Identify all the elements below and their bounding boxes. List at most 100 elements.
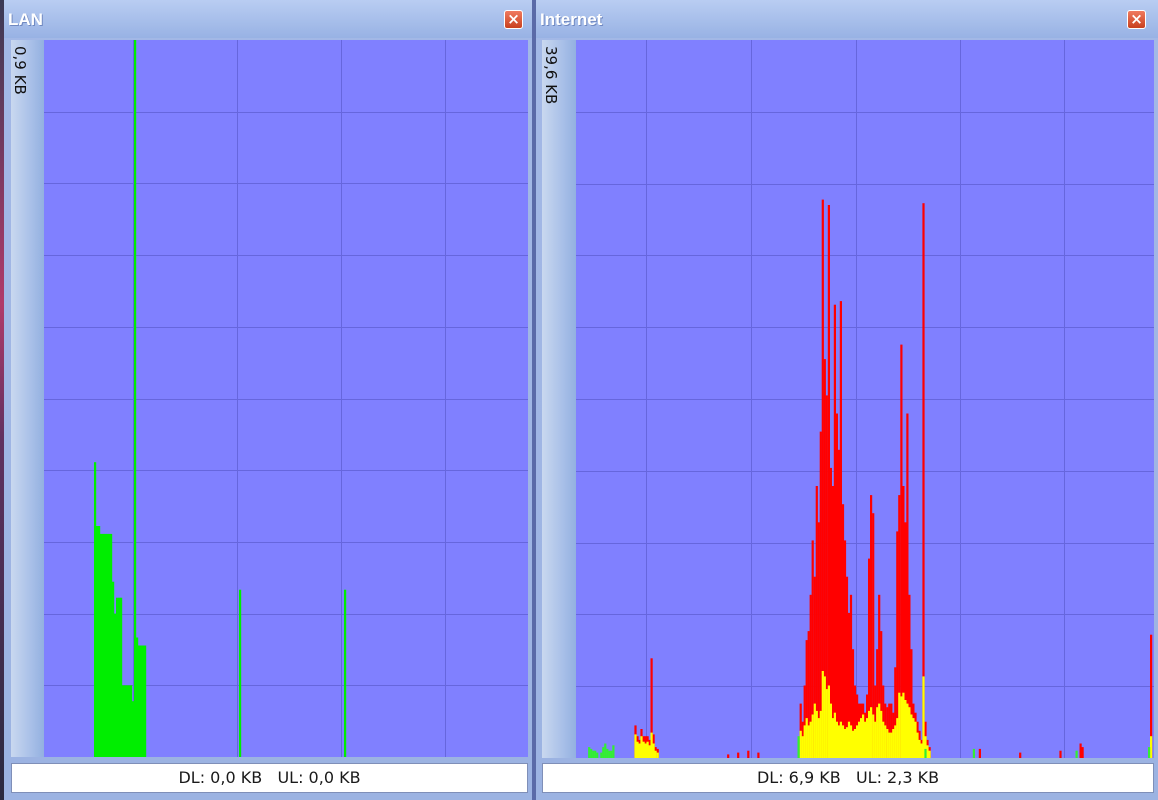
traffic-bar-ul bbox=[827, 685, 830, 758]
traffic-bar-ul bbox=[831, 718, 834, 758]
traffic-bar-lan_trace bbox=[106, 533, 109, 757]
traffic-bar-ul bbox=[853, 729, 857, 758]
traffic-bar-lan_trace bbox=[144, 645, 147, 757]
traffic-bar-dl bbox=[1019, 752, 1022, 758]
traffic-bar-ul bbox=[890, 732, 893, 758]
traffic-bar-lan_trace bbox=[112, 581, 115, 757]
internet-ul-value: 2,3 KB bbox=[887, 768, 940, 787]
traffic-bar-lan_trace bbox=[239, 589, 242, 757]
traffic-bar-dl bbox=[837, 449, 840, 758]
traffic-bar-ul bbox=[815, 710, 818, 758]
traffic-bar-lan_trace bbox=[100, 533, 103, 757]
close-x-icon: × bbox=[1130, 10, 1143, 28]
traffic-bar-ul bbox=[829, 703, 832, 758]
traffic-bar-ul bbox=[868, 710, 871, 758]
traffic-bar-overlap bbox=[612, 745, 615, 758]
lan-dl-value: 0,0 KB bbox=[210, 768, 263, 787]
traffic-bar-ul bbox=[884, 725, 887, 758]
traffic-bar-ul bbox=[906, 703, 909, 758]
traffic-bar-ul bbox=[888, 732, 891, 758]
internet-traffic-chart bbox=[576, 40, 1154, 758]
lan-ul-label: UL: bbox=[277, 768, 304, 787]
lan-monitor-window: LAN × 0,9 KB DL: 0,0 KB UL: 0,0 KB bbox=[4, 0, 532, 800]
traffic-bar-ul bbox=[799, 730, 802, 758]
traffic-bar-ul bbox=[811, 714, 814, 758]
traffic-bar-overlap bbox=[972, 748, 975, 758]
traffic-bar-ul bbox=[652, 743, 655, 758]
traffic-bar-lan_trace bbox=[136, 637, 139, 757]
traffic-bar-dl bbox=[757, 752, 760, 758]
traffic-bar-ul bbox=[656, 752, 659, 758]
traffic-bar-ul bbox=[886, 729, 889, 758]
traffic-bar-ul bbox=[898, 692, 901, 758]
traffic-bar-lan_trace bbox=[132, 701, 135, 757]
lan-scale-label: 0,9 KB bbox=[11, 46, 29, 95]
internet-scale-label: 39,6 KB bbox=[542, 46, 560, 105]
traffic-bar-overlap bbox=[596, 752, 599, 758]
traffic-bar-overlap bbox=[604, 743, 607, 758]
traffic-bar-lan_trace bbox=[94, 462, 97, 757]
internet-traffic-graph bbox=[576, 40, 1154, 758]
traffic-bar-ul bbox=[821, 671, 824, 758]
traffic-bar-ul bbox=[805, 718, 808, 758]
traffic-bar-overlap bbox=[590, 748, 593, 758]
traffic-bar-overlap bbox=[588, 747, 591, 758]
traffic-bar-overlap bbox=[797, 736, 800, 758]
traffic-bar-lan_trace bbox=[104, 533, 107, 757]
traffic-bar-ul bbox=[813, 703, 816, 758]
traffic-bar-dl bbox=[839, 301, 842, 758]
traffic-bar-ul bbox=[904, 700, 907, 758]
lan-dl-label: DL: bbox=[178, 768, 206, 787]
traffic-bar-lan_trace bbox=[118, 597, 121, 757]
traffic-bar-ul bbox=[825, 689, 828, 758]
traffic-bar-lan_trace bbox=[116, 597, 119, 757]
traffic-bar-ul bbox=[856, 725, 859, 758]
traffic-bar-ul bbox=[847, 721, 851, 758]
traffic-bar-ul bbox=[646, 741, 649, 758]
traffic-bar-lan_trace bbox=[134, 40, 137, 757]
traffic-bar-ul bbox=[866, 718, 869, 758]
traffic-bar-overlap bbox=[924, 748, 927, 758]
traffic-bar-ul bbox=[896, 718, 899, 758]
traffic-bar-ul bbox=[1150, 736, 1153, 758]
traffic-bar-ul bbox=[902, 692, 905, 758]
traffic-bar-ul bbox=[803, 725, 806, 758]
traffic-bar-ul bbox=[920, 743, 923, 758]
traffic-bar-ul bbox=[892, 729, 895, 758]
internet-ul-label: UL: bbox=[855, 768, 882, 787]
lan-window-title: LAN bbox=[8, 10, 43, 29]
traffic-bar-lan_trace bbox=[96, 526, 99, 757]
traffic-bar-lan_trace bbox=[108, 533, 111, 757]
traffic-bar-dl bbox=[843, 540, 847, 758]
lan-status-bar: DL: 0,0 KB UL: 0,0 KB bbox=[11, 763, 528, 793]
traffic-bar-ul bbox=[801, 736, 804, 758]
internet-close-button[interactable]: × bbox=[1127, 10, 1146, 29]
traffic-bar-ul bbox=[833, 712, 836, 758]
traffic-bar-dl bbox=[922, 203, 925, 758]
traffic-bar-ul bbox=[912, 718, 915, 758]
traffic-bar-lan_trace bbox=[142, 645, 145, 757]
traffic-bar-lan_trace bbox=[344, 589, 347, 757]
traffic-bar-dl bbox=[831, 486, 834, 758]
traffic-bar-ul bbox=[926, 745, 929, 758]
internet-dl-value: 6,9 KB bbox=[788, 768, 841, 787]
traffic-bar-lan_trace bbox=[128, 685, 131, 757]
traffic-bar-dl bbox=[833, 304, 836, 758]
traffic-bar-ul bbox=[849, 725, 853, 758]
internet-window-title: Internet bbox=[540, 10, 603, 29]
traffic-bar-ul bbox=[839, 721, 842, 758]
lan-titlebar[interactable]: LAN × bbox=[4, 0, 532, 38]
internet-titlebar[interactable]: Internet × bbox=[536, 0, 1158, 38]
traffic-bar-dl bbox=[835, 413, 838, 758]
traffic-bar-ul bbox=[636, 741, 639, 758]
traffic-bar-overlap bbox=[1148, 747, 1151, 758]
traffic-bar-dl bbox=[827, 205, 830, 758]
traffic-bar-ul bbox=[882, 721, 885, 758]
traffic-bar-ul bbox=[862, 714, 865, 758]
traffic-bar-lan_trace bbox=[110, 533, 113, 757]
traffic-bar-ul bbox=[916, 732, 919, 758]
internet-status-bar: DL: 6,9 KB UL: 2,3 KB bbox=[542, 763, 1154, 793]
traffic-bar-ul bbox=[914, 721, 917, 758]
lan-close-button[interactable]: × bbox=[504, 10, 523, 29]
traffic-bar-ul bbox=[634, 734, 637, 758]
